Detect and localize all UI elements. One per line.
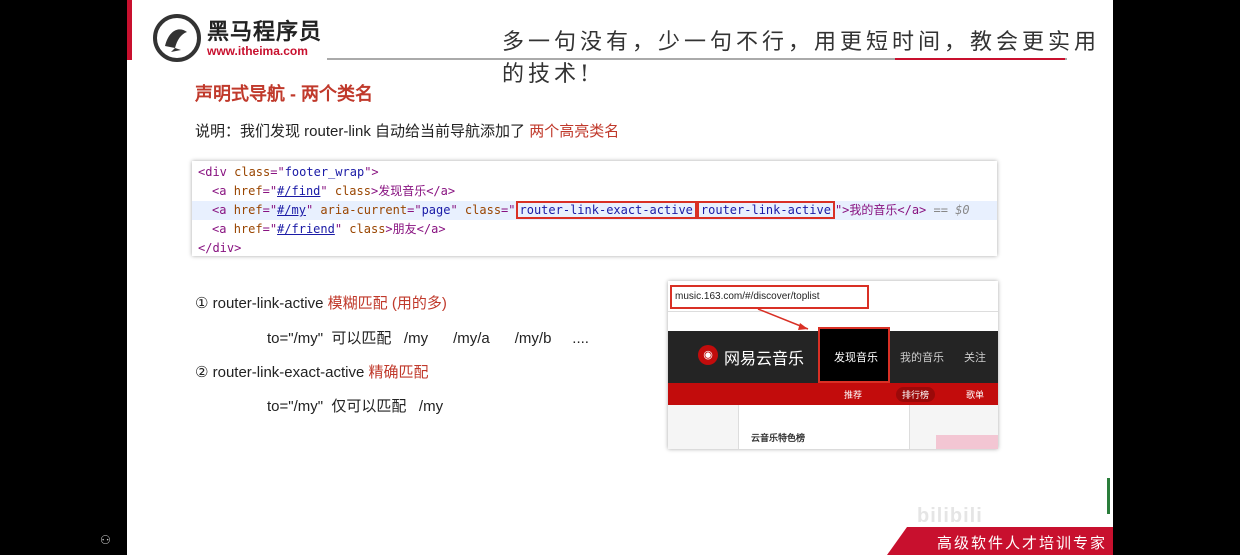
pointer-arrow-icon bbox=[757, 308, 809, 330]
header-divider-accent bbox=[895, 58, 1065, 60]
code-line: </div> bbox=[198, 241, 242, 255]
code-line: <a href="#/find" class>发现音乐</a> bbox=[212, 182, 455, 201]
tag-token: >发现音乐</a> bbox=[370, 184, 456, 198]
tag-token: <a bbox=[212, 222, 234, 236]
punct-token: " bbox=[320, 184, 335, 198]
brand-name: 黑马程序员 bbox=[207, 19, 323, 44]
punct-token: =" bbox=[407, 203, 422, 217]
point-highlight: 模糊匹配 (用的多) bbox=[327, 295, 447, 312]
attr-token: href bbox=[233, 184, 263, 198]
tag-token: >朋友</a> bbox=[385, 222, 446, 236]
point-label: ① router-link-active bbox=[195, 295, 328, 312]
punct-token: =" bbox=[262, 184, 278, 198]
punct-token: " bbox=[450, 203, 465, 217]
punct-token: "> bbox=[364, 165, 379, 179]
punct-token: " bbox=[305, 203, 321, 217]
punct-token: =" bbox=[262, 222, 278, 236]
bilibili-watermark: bilibili bbox=[917, 505, 983, 527]
description-highlight: 两个高亮类名 bbox=[529, 123, 620, 140]
attr-token: class bbox=[334, 184, 371, 198]
right-black-strip bbox=[1113, 0, 1240, 555]
href-link[interactable]: #/my bbox=[277, 203, 306, 217]
slide-header: 黑马程序员 www.itheima.com 多一句没有，少一句不行，用更短时间，… bbox=[127, 0, 1113, 87]
netease-screenshot: music.163.com/#/discover/toplist ◉ 网易云音乐… bbox=[668, 281, 998, 449]
href-link[interactable]: #/friend bbox=[277, 222, 335, 236]
point-highlight: 精确匹配 bbox=[368, 364, 429, 381]
point-two: ② router-link-exact-active 精确匹配 bbox=[195, 361, 429, 382]
console-ref: == $0 bbox=[926, 203, 970, 217]
brand-url: www.itheima.com bbox=[207, 44, 308, 58]
footer-bar: 高级软件人才培训专家 bbox=[907, 527, 1113, 555]
code-line: <a href="#/friend" class>朋友</a> bbox=[212, 220, 446, 239]
value-token: page bbox=[421, 203, 451, 217]
attr-token: class bbox=[464, 203, 502, 217]
point-two-detail: to="/my" 仅可以匹配 /my bbox=[267, 398, 444, 415]
footer-slant bbox=[887, 527, 907, 555]
scroll-indicator[interactable] bbox=[1107, 478, 1110, 514]
value-token: footer_wrap bbox=[284, 165, 365, 179]
tag-token: <a bbox=[212, 184, 234, 198]
tag-token: <div bbox=[198, 165, 235, 179]
devtools-code-panel: <div class="footer_wrap"> <a href="#/fin… bbox=[192, 161, 997, 256]
point-label: ② router-link-exact-active bbox=[195, 364, 369, 381]
class-exact-active-box: router-link-exact-active bbox=[515, 201, 697, 219]
description-text: 说明：我们发现 router-link 自动给当前导航添加了 bbox=[195, 123, 530, 140]
attr-token: class bbox=[234, 165, 271, 179]
left-black-strip bbox=[0, 0, 127, 555]
attr-token: href bbox=[233, 222, 263, 236]
page-title: 声明式导航 - 两个类名 bbox=[195, 84, 373, 104]
slogan: 多一句没有，少一句不行，用更短时间，教会更实用的技术! bbox=[502, 30, 1101, 87]
header-red-accent bbox=[127, 0, 132, 60]
itheima-logo-icon bbox=[153, 14, 201, 62]
attr-token: href bbox=[233, 203, 263, 217]
tag-token: ">我的音乐</a> bbox=[834, 203, 927, 217]
tag-token: <a bbox=[212, 203, 234, 217]
punct-token: =" bbox=[270, 165, 285, 179]
punct-token: " bbox=[334, 222, 350, 236]
slide: 黑马程序员 www.itheima.com 多一句没有，少一句不行，用更短时间，… bbox=[127, 0, 1113, 555]
attr-token: aria-current bbox=[320, 203, 408, 217]
punct-token: =" bbox=[262, 203, 278, 217]
description: 说明：我们发现 router-link 自动给当前导航添加了 两个高亮类名 bbox=[195, 120, 619, 141]
point-one: ① router-link-active 模糊匹配 (用的多) bbox=[195, 292, 447, 313]
code-line-selected[interactable]: <a href="#/my" aria-current="page" class… bbox=[192, 201, 997, 220]
user-icon: ⚇ bbox=[100, 533, 111, 547]
attr-token: class bbox=[349, 222, 386, 236]
code-line: <div class="footer_wrap"> bbox=[198, 163, 379, 182]
punct-token: =" bbox=[501, 203, 516, 217]
point-one-detail: to="/my" 可以匹配 /my /my/a /my/b .... bbox=[267, 330, 589, 347]
href-link[interactable]: #/find bbox=[277, 184, 320, 198]
class-active-box: router-link-active bbox=[696, 201, 835, 219]
footer-tagline: 高级软件人才培训专家 bbox=[937, 534, 1108, 552]
